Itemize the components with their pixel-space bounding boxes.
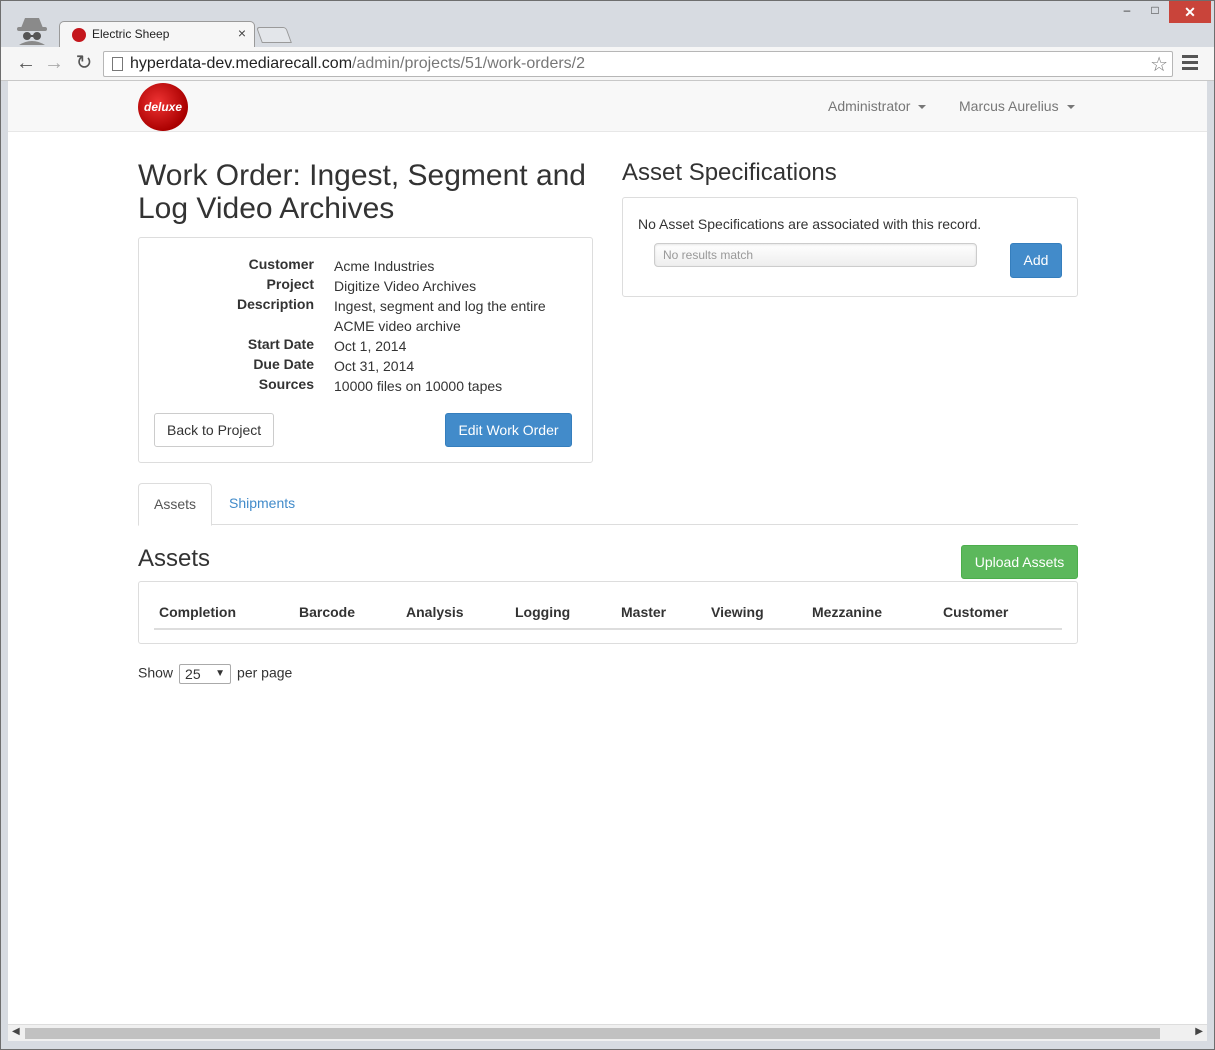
forward-arrow-icon[interactable]: → xyxy=(43,52,65,74)
deluxe-logo[interactable]: deluxe xyxy=(138,83,188,131)
scroll-left-icon[interactable]: ◀ xyxy=(12,1026,20,1037)
browser-menu-icon[interactable] xyxy=(1182,55,1198,73)
detail-value: Oct 1, 2014 xyxy=(334,338,407,354)
asset-specifications-title: Asset Specifications xyxy=(622,159,837,186)
column-header-logging[interactable]: Logging xyxy=(510,596,616,630)
per-page-label: per page xyxy=(237,664,293,681)
asset-specifications-panel: No Asset Specifications are associated w… xyxy=(622,197,1078,297)
top-navbar: deluxe Administrator Marcus Aurelius xyxy=(8,81,1207,132)
assets-table-panel: Completion Barcode Analysis Logging Mast… xyxy=(138,581,1078,644)
detail-row-description: Description Ingest, segment and log the … xyxy=(139,294,592,334)
close-window-button[interactable]: ✕ xyxy=(1169,1,1211,23)
details-list: Customer Acme Industries Project Digitiz… xyxy=(139,254,592,394)
incognito-icon xyxy=(17,18,47,45)
detail-label: Project xyxy=(266,276,314,292)
detail-row-due-date: Due Date Oct 31, 2014 xyxy=(139,354,592,374)
horizontal-scrollbar[interactable]: ◀ ▶ xyxy=(8,1024,1207,1041)
administrator-dropdown[interactable]: Administrator xyxy=(828,98,927,114)
column-header-analysis[interactable]: Analysis xyxy=(401,596,510,630)
page-size-value: 25 xyxy=(185,666,201,682)
title-bar: Electric Sheep × – □ ✕ xyxy=(1,1,1214,47)
column-header-mezzanine[interactable]: Mezzanine xyxy=(807,596,938,630)
detail-row-sources: Sources 10000 files on 10000 tapes xyxy=(139,374,592,394)
detail-label: Customer xyxy=(248,256,314,272)
detail-value: Digitize Video Archives xyxy=(334,278,477,294)
detail-label: Due Date xyxy=(253,356,314,372)
add-spec-button[interactable]: Add xyxy=(1010,243,1062,278)
tab-close-icon[interactable]: × xyxy=(238,25,246,41)
address-bar[interactable]: hyperdata-dev.mediarecall.com/admin/proj… xyxy=(103,51,1173,77)
column-header-master[interactable]: Master xyxy=(616,596,706,630)
tab-assets[interactable]: Assets xyxy=(138,483,212,526)
show-label: Show xyxy=(138,664,174,681)
detail-value: 10000 files on 10000 tapes xyxy=(334,378,503,394)
user-name-label: Marcus Aurelius xyxy=(959,98,1059,114)
tab-title: Electric Sheep xyxy=(92,27,170,41)
dropdown-arrow-icon: ▼ xyxy=(215,668,226,679)
page-title: Work Order: Ingest, Segment and Log Vide… xyxy=(138,159,586,225)
edit-work-order-button[interactable]: Edit Work Order xyxy=(445,413,572,447)
deluxe-favicon-icon xyxy=(72,28,86,42)
detail-value: Ingest, segment and log the entire ACME … xyxy=(334,298,546,334)
new-tab-button[interactable] xyxy=(256,27,292,43)
caret-down-icon xyxy=(918,105,927,110)
back-arrow-icon[interactable]: ← xyxy=(15,52,37,74)
column-header-completion[interactable]: Completion xyxy=(154,596,294,630)
scroll-right-icon[interactable]: ▶ xyxy=(1195,1026,1203,1037)
page-size-control: Show 25 ▼ per page xyxy=(138,664,292,684)
asset-spec-select[interactable]: No results match xyxy=(654,243,977,267)
detail-row-start-date: Start Date Oct 1, 2014 xyxy=(139,334,592,354)
work-order-details-panel: Customer Acme Industries Project Digitiz… xyxy=(138,237,593,463)
page-size-select[interactable]: 25 ▼ xyxy=(179,664,232,684)
assets-title: Assets xyxy=(138,545,211,572)
page-viewport: deluxe Administrator Marcus Aurelius Wor… xyxy=(8,81,1207,1024)
maximize-button[interactable]: □ xyxy=(1141,3,1169,23)
detail-label: Start Date xyxy=(247,336,314,352)
scrollbar-thumb[interactable] xyxy=(25,1028,1160,1039)
content-tabs: Assets Shipments xyxy=(138,483,1078,526)
assets-table: Completion Barcode Analysis Logging Mast… xyxy=(154,596,1062,630)
detail-label: Description xyxy=(236,296,314,312)
column-header-barcode[interactable]: Barcode xyxy=(294,596,401,630)
empty-message: No Asset Specifications are associated w… xyxy=(638,216,982,232)
detail-row-customer: Customer Acme Industries xyxy=(139,254,592,274)
url-host: hyperdata-dev.mediarecall.com xyxy=(130,55,353,72)
minimize-button[interactable]: – xyxy=(1113,3,1141,23)
tab-shipments[interactable]: Shipments xyxy=(214,483,310,526)
detail-value: Acme Industries xyxy=(334,258,435,274)
browser-toolbar: ← → ↻ hyperdata-dev.mediarecall.com/admi… xyxy=(1,47,1214,81)
url-text[interactable]: hyperdata-dev.mediarecall.com/admin/proj… xyxy=(130,55,585,73)
detail-row-project: Project Digitize Video Archives xyxy=(139,274,592,294)
url-path: /admin/projects/51/work-orders/2 xyxy=(352,55,586,72)
back-to-project-button[interactable]: Back to Project xyxy=(154,413,274,447)
detail-value: Oct 31, 2014 xyxy=(334,358,415,374)
bookmark-star-icon[interactable]: ☆ xyxy=(1150,52,1168,77)
table-header-row: Completion Barcode Analysis Logging Mast… xyxy=(154,596,1062,630)
page-icon xyxy=(112,57,123,71)
browser-tab[interactable]: Electric Sheep × xyxy=(59,21,255,47)
column-header-viewing[interactable]: Viewing xyxy=(706,596,807,630)
administrator-label: Administrator xyxy=(828,98,911,114)
caret-down-icon xyxy=(1066,105,1075,110)
detail-label: Sources xyxy=(258,376,314,392)
user-dropdown[interactable]: Marcus Aurelius xyxy=(959,98,1075,114)
column-header-customer[interactable]: Customer xyxy=(938,596,1062,630)
reload-icon[interactable]: ↻ xyxy=(73,52,95,74)
upload-assets-button[interactable]: Upload Assets xyxy=(961,545,1078,579)
